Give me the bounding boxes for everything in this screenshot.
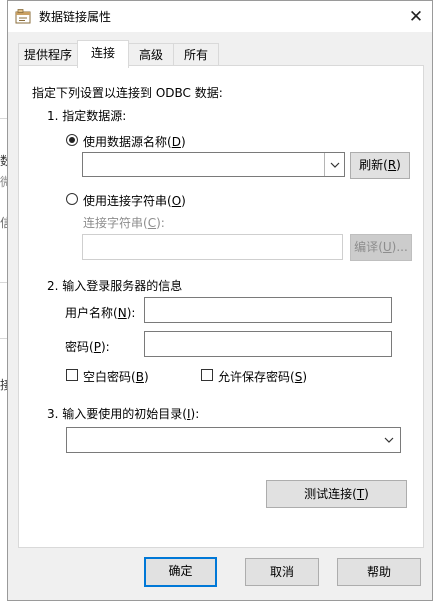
test-connection-button[interactable]: 测试连接(T) [266,480,407,508]
tab-all[interactable]: 所有 [173,43,219,65]
dsn-radio-label: 使用数据源名称(D) [83,135,186,149]
allow-save-password-checkbox[interactable] [201,369,213,381]
tab-provider[interactable]: 提供程序 [18,43,78,65]
connection-string-radio-label: 使用连接字符串(O) [83,194,186,208]
close-button[interactable]: ✕ [400,1,432,32]
password-label: 密码(P): [65,340,110,354]
catalog-dropdown-button[interactable] [382,428,396,452]
allow-save-password-label: 允许保存密码(S) [218,370,308,384]
connection-string-radio[interactable] [66,193,78,205]
chevron-down-icon [384,437,394,443]
dsn-combobox[interactable] [82,152,345,177]
dsn-radio[interactable] [66,134,78,146]
tab-label: 高级 [138,48,163,62]
connection-string-label: 连接字符串(C): [83,216,165,230]
step2-heading: 2. 输入登录服务器的信息 [47,279,183,293]
tab-label: 提供程序 [23,48,72,62]
tab-label: 所有 [183,48,208,62]
title-bar: 数据链接属性 ✕ [8,1,432,32]
step1-heading: 1. 指定数据源: [47,109,127,123]
close-icon: ✕ [408,6,424,27]
username-input[interactable] [144,297,392,323]
dsn-dropdown-button[interactable] [324,153,344,176]
tab-connection[interactable]: 连接 [77,40,129,68]
radio-selected-dot [69,137,75,143]
blank-password-label: 空白密码(B) [83,370,149,384]
data-link-properties-dialog: 数据链接属性 ✕ 提供程序 连接 高级 所有 指定下列设置以连接到 ODBC 数… [7,0,433,601]
help-button[interactable]: 帮助 [337,558,421,586]
cancel-button[interactable]: 取消 [245,558,319,586]
chevron-down-icon [330,162,339,168]
refresh-button[interactable]: 刷新(R) [350,152,410,179]
password-input[interactable] [144,331,392,357]
connection-string-input[interactable] [82,234,343,260]
data-link-icon [15,9,31,24]
blank-password-checkbox[interactable] [66,369,78,381]
initial-catalog-combobox[interactable] [66,427,401,453]
compile-button[interactable]: 编译(U)... [350,234,412,261]
connection-panel: 指定下列设置以连接到 ODBC 数据: 1. 指定数据源: 使用数据源名称(D)… [18,65,424,548]
step3-heading: 3. 输入要使用的初始目录(I): [47,407,200,421]
dialog-title: 数据链接属性 [39,10,112,24]
intro-text: 指定下列设置以连接到 ODBC 数据: [32,86,223,100]
tab-label: 连接 [90,46,115,60]
tab-advanced[interactable]: 高级 [128,43,174,65]
username-label: 用户名称(N): [65,306,136,320]
ok-button[interactable]: 确定 [144,557,217,587]
